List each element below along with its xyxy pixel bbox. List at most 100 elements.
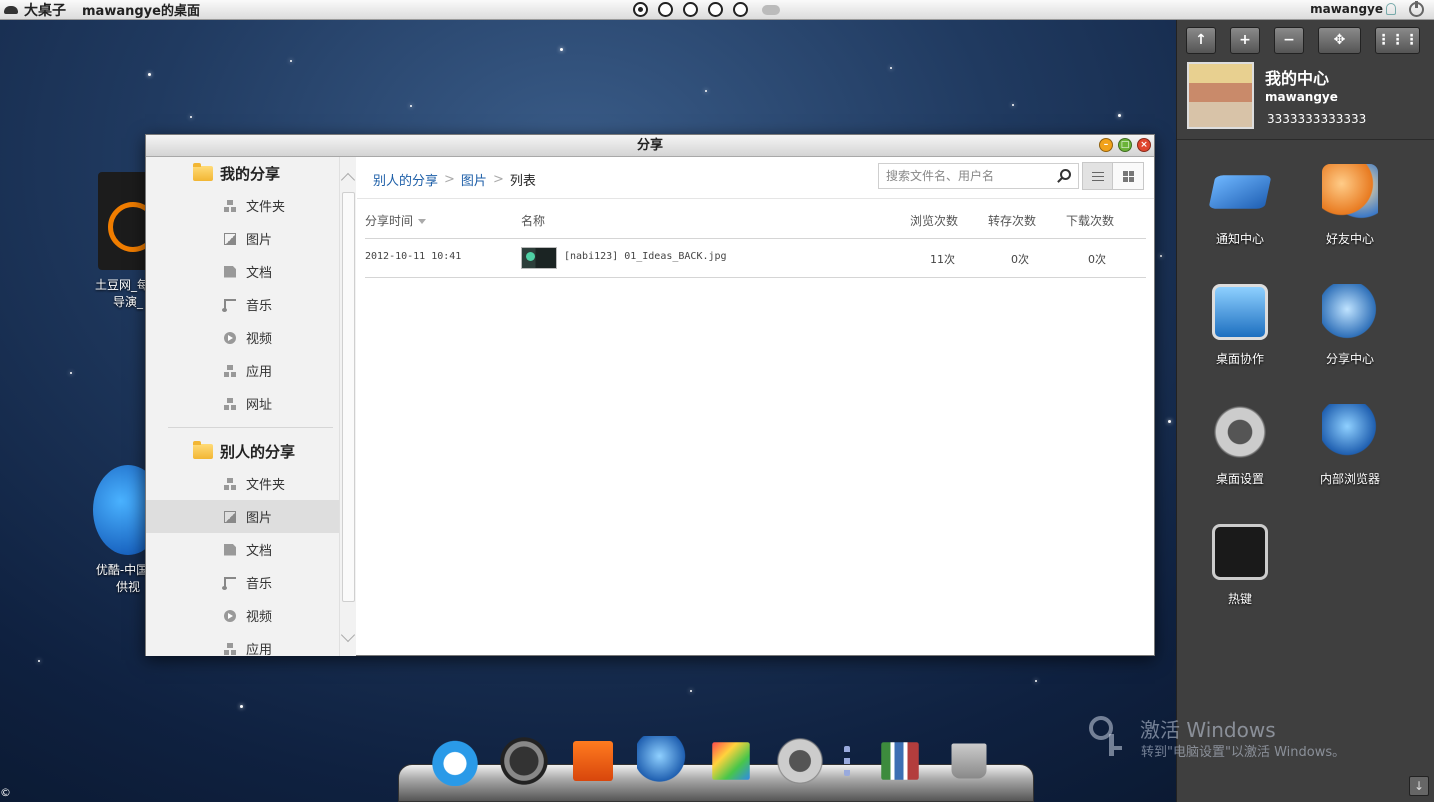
grid-menu-icon[interactable]: ⋮⋮⋮	[1375, 26, 1420, 54]
watermark-title: 激活 Windows	[1140, 718, 1276, 742]
profile-title: 我的中心	[1265, 69, 1330, 88]
star	[148, 73, 151, 76]
column-header-saves[interactable]: 转存次数	[988, 212, 1036, 229]
brand[interactable]: 大桌子	[0, 0, 66, 20]
sidebar-item-others-apps[interactable]: 应用	[146, 632, 355, 656]
sidebar-item-my-music[interactable]: 音乐	[146, 288, 355, 321]
table-row[interactable]: 2012-10-11 10:41 [nabi123] 01_Ideas_BACK…	[365, 239, 1146, 278]
zoom-in-icon[interactable]: +	[1230, 26, 1260, 54]
user-menu[interactable]: mawangye	[1310, 2, 1396, 16]
desktop-dot-1[interactable]	[633, 2, 648, 17]
app-hotkeys[interactable]: 热键	[1185, 524, 1295, 607]
sidebar-item-label: 视频	[246, 332, 273, 347]
folder-icon	[193, 162, 213, 181]
sidebar-item-my-docs[interactable]: 文档	[146, 255, 355, 288]
close-icon[interactable]: ×	[1137, 138, 1151, 152]
sidebar-item-label: 文档	[246, 544, 273, 559]
search-input[interactable]	[879, 164, 1049, 188]
browser-globe-icon	[1322, 404, 1378, 460]
desktop-dot-4[interactable]	[708, 2, 723, 17]
ie-browser-icon[interactable]	[430, 736, 480, 786]
paint-icon[interactable]	[712, 742, 750, 780]
sidebar-scrollbar[interactable]	[339, 157, 356, 656]
search-icon[interactable]	[1060, 169, 1071, 180]
maximize-icon[interactable]: □	[1118, 138, 1132, 152]
sidebar-item-my-images[interactable]: 图片	[146, 222, 355, 255]
scrollbar-thumb[interactable]	[342, 192, 355, 602]
image-icon	[224, 232, 236, 245]
sidebar-item-label: 网址	[246, 398, 273, 413]
grid-view-button[interactable]	[1113, 163, 1143, 189]
profile-card[interactable]: 我的中心 mawangye 3333333333333	[1177, 60, 1434, 140]
move-icon[interactable]: ✥	[1318, 26, 1362, 54]
breadcrumb-others-share[interactable]: 别人的分享	[373, 170, 438, 189]
column-header-time[interactable]: 分享时间	[365, 212, 427, 229]
desktop-dot-2[interactable]	[658, 2, 673, 17]
sidebar-item-others-video[interactable]: 视频	[146, 599, 355, 632]
sidebar-item-others-docs[interactable]: 文档	[146, 533, 355, 566]
image-icon	[224, 510, 236, 523]
sidebar-item-label: 音乐	[246, 299, 273, 314]
zoom-out-icon[interactable]: −	[1274, 26, 1304, 54]
image-thumbnail[interactable]	[521, 247, 557, 269]
cell-name[interactable]: [nabi123] 01_Ideas_BACK.jpg	[564, 251, 727, 262]
trash-icon[interactable]	[951, 743, 987, 779]
window-titlebar[interactable]: 分享 – □ ×	[146, 135, 1154, 157]
list-icon	[1091, 171, 1104, 181]
star	[1160, 255, 1162, 257]
sidebar-item-my-folders[interactable]: 文件夹	[146, 189, 355, 222]
breadcrumb: 别人的分享 > 图片 > 列表	[373, 170, 536, 189]
toolbar: 别人的分享 > 图片 > 列表	[357, 157, 1154, 199]
up-arrow-icon[interactable]: ↑	[1186, 26, 1216, 54]
minimize-icon[interactable]: –	[1099, 138, 1113, 152]
app-share-center[interactable]: 分享中心	[1295, 284, 1405, 367]
profile-number: 3333333333333	[1267, 112, 1367, 126]
sidebar-item-label: 文档	[246, 266, 273, 281]
desktop-dot-3[interactable]	[683, 2, 698, 17]
app-store-bag-icon[interactable]	[573, 741, 613, 781]
desktop-title: mawangye的桌面	[82, 4, 200, 19]
column-header-name[interactable]: 名称	[521, 212, 545, 229]
settings-icon[interactable]	[775, 736, 825, 786]
sidebar-item-others-music[interactable]: 音乐	[146, 566, 355, 599]
sidebar-item-my-apps[interactable]: 应用	[146, 354, 355, 387]
www-globe-icon[interactable]	[637, 736, 687, 786]
sidebar-item-label: 应用	[246, 365, 273, 380]
group-my-share[interactable]: 我的分享	[146, 157, 355, 189]
app-friends-center[interactable]: 好友中心	[1295, 164, 1405, 247]
cell-views: 11次	[930, 253, 955, 266]
user-icon	[1386, 3, 1396, 15]
sidebar-item-my-video[interactable]: 视频	[146, 321, 355, 354]
star	[1012, 104, 1014, 106]
column-header-views[interactable]: 浏览次数	[910, 212, 958, 229]
sidebar-item-label: 视频	[246, 610, 273, 625]
star	[38, 660, 40, 662]
group-others-share[interactable]: 别人的分享	[146, 435, 355, 467]
weather-icon[interactable]	[762, 4, 780, 15]
power-icon[interactable]	[1409, 1, 1424, 17]
avatar[interactable]	[1187, 62, 1254, 129]
app-label: 通知中心	[1215, 232, 1264, 246]
app-desktop-settings[interactable]: 桌面设置	[1185, 404, 1295, 487]
chevron-down-icon[interactable]	[340, 627, 356, 643]
star	[1168, 420, 1171, 423]
app-internal-browser[interactable]: 内部浏览器	[1295, 404, 1405, 487]
breadcrumb-images[interactable]: 图片	[461, 170, 487, 189]
scroll-down-button[interactable]: ↓	[1409, 776, 1429, 796]
app-desktop-collab[interactable]: 桌面协作	[1185, 284, 1295, 367]
list-view-button[interactable]	[1083, 163, 1113, 189]
sidebar-item-my-urls[interactable]: 网址	[146, 387, 355, 420]
books-icon[interactable]	[881, 742, 919, 780]
breadcrumb-separator: >	[492, 172, 504, 187]
cell-downloads: 0次	[1088, 253, 1106, 266]
sidebar-item-others-folders[interactable]: 文件夹	[146, 467, 355, 500]
cell-time: 2012-10-11 10:41	[365, 251, 462, 262]
column-header-downloads[interactable]: 下载次数	[1066, 212, 1114, 229]
app-notification-center[interactable]: 通知中心	[1185, 164, 1295, 247]
desktop-dot-5[interactable]	[733, 2, 748, 17]
speedometer-icon[interactable]	[499, 736, 549, 786]
folder-icon	[224, 199, 236, 212]
chevron-up-icon[interactable]	[340, 172, 356, 188]
breadcrumb-separator: >	[444, 172, 455, 187]
sidebar-item-others-images[interactable]: 图片	[146, 500, 355, 533]
